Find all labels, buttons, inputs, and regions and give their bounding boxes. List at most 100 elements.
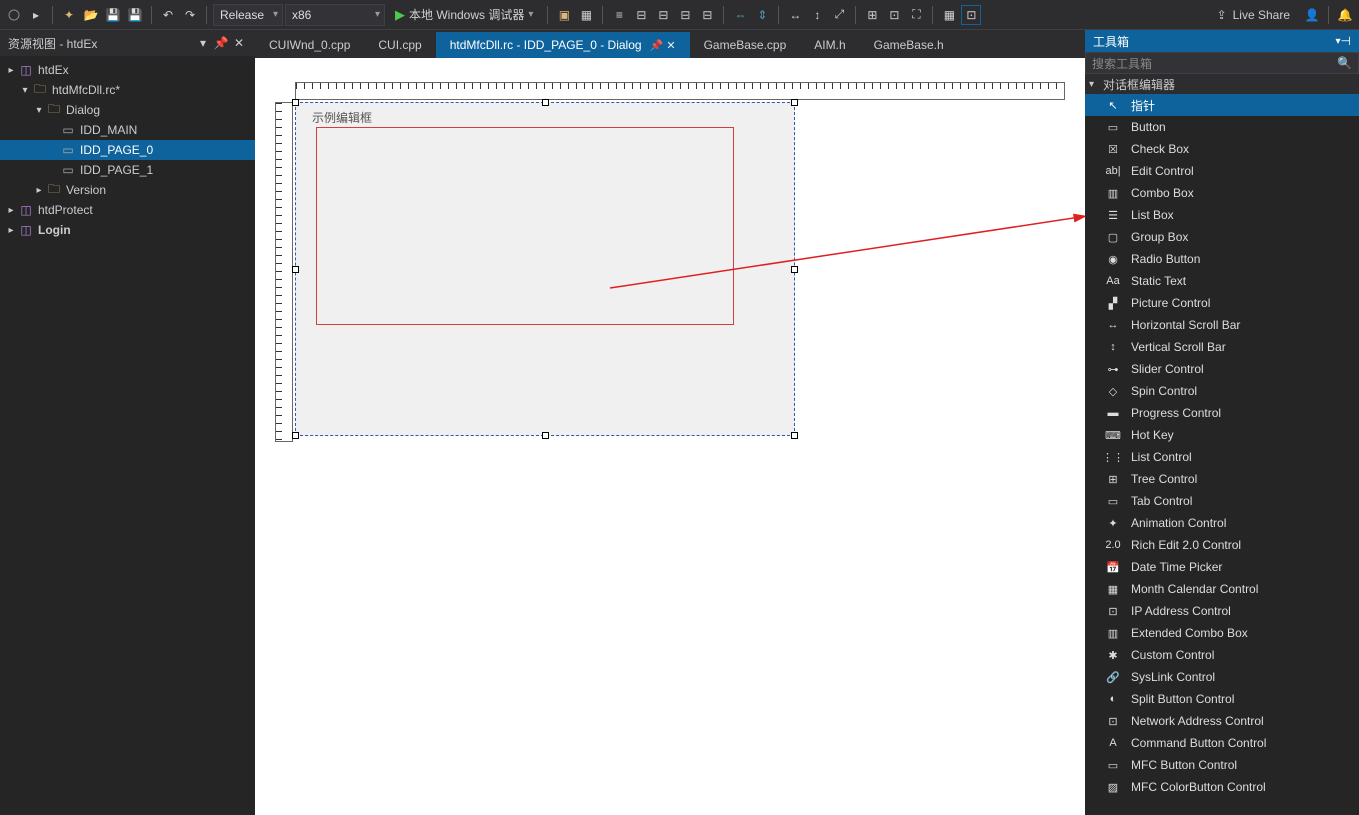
- tree-node-idd-page-1[interactable]: ▭IDD_PAGE_1: [0, 160, 255, 180]
- tree-node-htdmfcdll-rc-[interactable]: ▾🗀htdMfcDll.rc*: [0, 80, 255, 100]
- toolbox-item-mfcbtn[interactable]: ▭MFC Button Control: [1085, 754, 1359, 776]
- pin-icon[interactable]: ⊣: [1341, 34, 1351, 48]
- folder-icon[interactable]: ▣: [554, 5, 574, 25]
- start-debug-button[interactable]: ▶ 本地 Windows 调试器 ▾: [387, 5, 541, 25]
- editor-tab[interactable]: CUI.cpp: [364, 32, 435, 58]
- tree-node-dialog[interactable]: ▾🗀Dialog: [0, 100, 255, 120]
- space-v-icon[interactable]: ⇕: [752, 5, 772, 25]
- radio-icon: ◉: [1103, 251, 1123, 267]
- toolbox-item-static[interactable]: AaStatic Text: [1085, 270, 1359, 292]
- grp-icon: ▢: [1103, 229, 1123, 245]
- save-icon[interactable]: 💾: [103, 5, 123, 25]
- toolbox-item-prog[interactable]: ▬Progress Control: [1085, 402, 1359, 424]
- save-all-icon[interactable]: 💾: [125, 5, 145, 25]
- toolbox-item-tab[interactable]: ▭Tab Control: [1085, 490, 1359, 512]
- align-1-icon[interactable]: ⊟: [631, 5, 651, 25]
- debugger-label: 本地 Windows 调试器: [409, 6, 524, 23]
- tree-node-htdprotect[interactable]: ▸◫htdProtect: [0, 200, 255, 220]
- dialog-preview[interactable]: 示例编辑框: [295, 102, 795, 436]
- edit-control-box[interactable]: [316, 127, 734, 325]
- toolbox-item-listc[interactable]: ⋮⋮List Control: [1085, 446, 1359, 468]
- toolbox-item-split[interactable]: ◐Split Button Control: [1085, 688, 1359, 710]
- share-icon: ⇪: [1217, 8, 1227, 22]
- editor-tab[interactable]: htdMfcDll.rc - IDD_PAGE_0 - Dialog📌 ✕: [436, 32, 690, 58]
- tree-node-idd-page-0[interactable]: ▭IDD_PAGE_0: [0, 140, 255, 160]
- toolbox-item-month[interactable]: ▦Month Calendar Control: [1085, 578, 1359, 600]
- designer-canvas[interactable]: 示例编辑框: [255, 58, 1085, 815]
- vsb-icon: ↕: [1103, 339, 1123, 355]
- notif-icon[interactable]: 🔔: [1335, 5, 1355, 25]
- toolbox-item-net[interactable]: ⊡Network Address Control: [1085, 710, 1359, 732]
- layout-icon[interactable]: ▦: [576, 5, 596, 25]
- size-3-icon[interactable]: ⤢: [829, 5, 849, 25]
- space-h-icon[interactable]: ⇔: [730, 5, 750, 25]
- platform-dropdown[interactable]: x86: [285, 4, 385, 26]
- open-folder-icon[interactable]: 📂: [81, 5, 101, 25]
- toolbox-item-syslink[interactable]: 🔗SysLink Control: [1085, 666, 1359, 688]
- toolbox-item-combo[interactable]: ▥Combo Box: [1085, 182, 1359, 204]
- grid-icon[interactable]: ▦: [939, 5, 959, 25]
- toolbox-item-pic[interactable]: ▞Picture Control: [1085, 292, 1359, 314]
- nav-fwd-button[interactable]: ▸: [26, 5, 46, 25]
- pin-icon[interactable]: 📌: [213, 35, 229, 51]
- size-2-icon[interactable]: ↕: [807, 5, 827, 25]
- editor-tabstrip: CUIWnd_0.cppCUI.cpphtdMfcDll.rc - IDD_PA…: [255, 30, 1085, 58]
- live-share-button[interactable]: ⇪ Live Share: [1207, 8, 1300, 22]
- toolbox-item-mfccolor[interactable]: ▨MFC ColorButton Control: [1085, 776, 1359, 798]
- toolbox-item-cmd[interactable]: ACommand Button Control: [1085, 732, 1359, 754]
- toolbox-item-hot[interactable]: ⌨Hot Key: [1085, 424, 1359, 446]
- toolbox-item-spin[interactable]: ◇Spin Control: [1085, 380, 1359, 402]
- toolbox-item-chk[interactable]: ☒Check Box: [1085, 138, 1359, 160]
- undo-icon[interactable]: ↶: [158, 5, 178, 25]
- toolbox-item-slider[interactable]: ⊶Slider Control: [1085, 358, 1359, 380]
- toolbox-item-anim[interactable]: ✦Animation Control: [1085, 512, 1359, 534]
- editor-tab[interactable]: GameBase.h: [860, 32, 958, 58]
- align-left-icon[interactable]: ≡: [609, 5, 629, 25]
- tree-node-version[interactable]: ▸🗀Version: [0, 180, 255, 200]
- redo-icon[interactable]: ↷: [180, 5, 200, 25]
- toolbox-item-edit[interactable]: ab|Edit Control: [1085, 160, 1359, 182]
- toolbox-item-date[interactable]: 📅Date Time Picker: [1085, 556, 1359, 578]
- toolbox-item-list[interactable]: ☰List Box: [1085, 204, 1359, 226]
- toolbox-group-header[interactable]: ▾ 对话框编辑器: [1085, 74, 1359, 94]
- toolbox-item-grp[interactable]: ▢Group Box: [1085, 226, 1359, 248]
- close-icon[interactable]: ✕: [231, 35, 247, 51]
- toolbox-item-btn[interactable]: ▭Button: [1085, 116, 1359, 138]
- toolbox-item-rich[interactable]: 2.0Rich Edit 2.0 Control: [1085, 534, 1359, 556]
- month-icon: ▦: [1103, 581, 1123, 597]
- align-2-icon[interactable]: ⊟: [653, 5, 673, 25]
- config-dropdown[interactable]: Release: [213, 4, 283, 26]
- dropdown-icon[interactable]: ▾: [195, 35, 211, 51]
- toolbox-item-custom[interactable]: ✱Custom Control: [1085, 644, 1359, 666]
- tab-close-icon[interactable]: 📌 ✕: [650, 39, 676, 52]
- tree-node-idd-main[interactable]: ▭IDD_MAIN: [0, 120, 255, 140]
- editor-tab[interactable]: GameBase.cpp: [690, 32, 801, 58]
- toolbox-item-ptr[interactable]: ↖指针: [1085, 94, 1359, 116]
- live-share-label: Live Share: [1233, 8, 1290, 22]
- toolbox-item-hsb[interactable]: ↔Horizontal Scroll Bar: [1085, 314, 1359, 336]
- toolbox-item-xcombo[interactable]: ▥Extended Combo Box: [1085, 622, 1359, 644]
- toolbox-item-tree[interactable]: ⊞Tree Control: [1085, 468, 1359, 490]
- toolbox-search[interactable]: 搜索工具箱 🔍: [1085, 52, 1359, 74]
- toolbox-item-ip[interactable]: ⊡IP Address Control: [1085, 600, 1359, 622]
- new-item-icon[interactable]: ✦: [59, 5, 79, 25]
- tab-icon: ▭: [1103, 493, 1123, 509]
- align-3-icon[interactable]: ⊟: [675, 5, 695, 25]
- tree-node-htdex[interactable]: ▸◫htdEx: [0, 60, 255, 80]
- tree-node-login[interactable]: ▸◫Login: [0, 220, 255, 240]
- edit-icon: ab|: [1103, 163, 1123, 179]
- editor-tab[interactable]: AIM.h: [800, 32, 859, 58]
- toolbox-item-radio[interactable]: ◉Radio Button: [1085, 248, 1359, 270]
- editor-tab[interactable]: CUIWnd_0.cpp: [255, 32, 364, 58]
- user-icon[interactable]: 👤: [1302, 5, 1322, 25]
- center-v-icon[interactable]: ⊡: [884, 5, 904, 25]
- center-h-icon[interactable]: ⊞: [862, 5, 882, 25]
- toolbox-title-text: 工具箱: [1093, 33, 1129, 50]
- nav-back-button[interactable]: [4, 5, 24, 25]
- guides-icon[interactable]: ⊡: [961, 5, 981, 25]
- full-icon[interactable]: ⛶: [906, 5, 926, 25]
- size-1-icon[interactable]: ↔: [785, 5, 805, 25]
- toolbox-item-vsb[interactable]: ↕Vertical Scroll Bar: [1085, 336, 1359, 358]
- cmd-icon: A: [1103, 735, 1123, 751]
- align-4-icon[interactable]: ⊟: [697, 5, 717, 25]
